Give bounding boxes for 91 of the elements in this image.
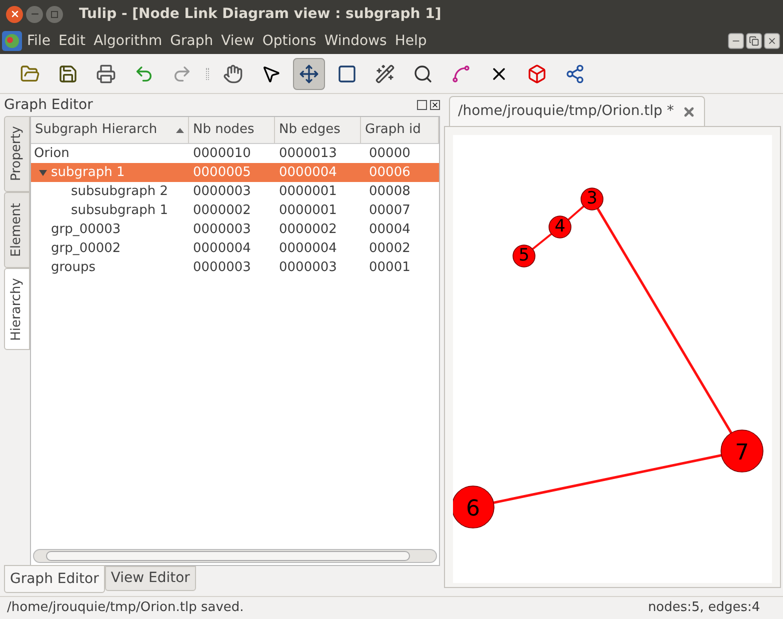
menu-item[interactable]: Graph <box>170 30 214 52</box>
close-icon[interactable] <box>682 104 696 118</box>
wand-icon <box>375 64 395 84</box>
node-count: 0000010 <box>192 144 252 163</box>
menu-item[interactable]: Windows <box>324 30 387 52</box>
node-count: 0000005 <box>192 164 252 182</box>
move-icon <box>299 64 319 84</box>
menu-item[interactable]: View <box>221 30 254 52</box>
edge-count: 0000004 <box>278 164 338 182</box>
side-tab[interactable]: Element <box>4 192 30 268</box>
pointer-icon <box>261 64 281 84</box>
float-button[interactable] <box>417 100 427 110</box>
redo-icon <box>172 64 192 84</box>
magnifier-icon <box>413 64 433 84</box>
side-tab[interactable]: Property <box>4 116 30 192</box>
graph-node: 7 <box>720 430 764 472</box>
column-header[interactable]: Graph id <box>361 117 439 143</box>
graph-node: 6 <box>453 486 494 528</box>
close-button[interactable] <box>6 6 23 22</box>
node-count: 0000003 <box>192 182 252 201</box>
undo-icon <box>134 64 154 84</box>
menu-item[interactable]: Edit <box>58 30 86 52</box>
graph-node: 4 <box>548 216 572 238</box>
status-message: /home/jrouquie/tmp/Orion.tlp saved. <box>7 599 244 618</box>
view-tab[interactable]: /home/jrouquie/tmp/Orion.tlp * <box>449 96 705 126</box>
tree-row[interactable]: grp_00002 0000004 0000004 00002 <box>31 239 439 258</box>
menu-item[interactable]: File <box>27 30 50 52</box>
node-count: 0000002 <box>192 202 252 220</box>
horizontal-scrollbar[interactable] <box>33 549 437 563</box>
edge-count: 0000004 <box>278 240 338 258</box>
edge-count: 0000003 <box>278 258 338 277</box>
curve-icon <box>451 64 471 84</box>
node-count: 0000003 <box>192 220 252 239</box>
sort-arrow-icon <box>176 128 184 132</box>
minimize-button[interactable] <box>728 33 744 49</box>
graph-id: 00000 <box>368 144 410 163</box>
column-header[interactable]: Nb edges <box>275 117 361 143</box>
edge-count: 0000013 <box>278 144 338 163</box>
menu-item[interactable]: Algorithm <box>94 30 162 52</box>
close-icon <box>10 9 20 19</box>
graph-node: 3 <box>580 188 604 210</box>
column-header[interactable]: Subgraph Hierarch <box>31 117 189 143</box>
dock-tab[interactable]: View Editor <box>104 566 196 591</box>
graph-id: 00004 <box>368 220 410 239</box>
graph-id: 00001 <box>368 258 410 277</box>
tree-row[interactable]: groups 0000003 0000003 00001 <box>31 258 439 277</box>
window-title: Tulip - [Node Link Diagram view : subgraph 1] <box>79 4 442 24</box>
printer-icon <box>96 64 116 84</box>
graph-node: 5 <box>512 244 536 268</box>
side-tab[interactable]: Hierarchy <box>4 268 30 350</box>
tree-row[interactable]: Orion 0000010 0000013 00000 <box>31 144 439 163</box>
menu-item[interactable]: Options <box>262 30 316 52</box>
subgraph-name: groups <box>51 258 96 277</box>
subgraph-name: subsubgraph 1 <box>71 202 168 220</box>
edge-count: 0000001 <box>278 182 338 201</box>
toolbar-separator <box>206 68 209 80</box>
node-count: 0000004 <box>192 240 252 258</box>
hand-icon <box>223 64 243 84</box>
subgraph-name: Orion <box>34 144 70 163</box>
subgraph-name: grp_00003 <box>51 220 121 239</box>
graph-id: 00008 <box>368 182 410 201</box>
edge-count: 0000002 <box>278 220 338 239</box>
subgraph-name: grp_00002 <box>51 240 121 258</box>
column-header[interactable]: Nb nodes <box>189 117 275 143</box>
graph-id: 00007 <box>368 202 410 220</box>
move-tool-button[interactable] <box>293 58 325 90</box>
cube-icon <box>527 64 547 84</box>
graph-id: 00002 <box>368 240 410 258</box>
graph-counts: nodes:5, edges:4 <box>648 599 760 618</box>
tree-row[interactable]: subsubgraph 2 0000003 0000001 00008 <box>31 182 439 201</box>
node-count: 0000003 <box>192 258 252 277</box>
graph-id: 00006 <box>368 164 410 182</box>
subgraph-name: subsubgraph 2 <box>71 182 168 201</box>
restore-button[interactable] <box>746 33 762 49</box>
close-icon <box>767 36 777 46</box>
folder-icon <box>20 64 40 84</box>
menu-item[interactable]: Help <box>394 30 427 52</box>
graph-icon <box>565 64 585 84</box>
subgraph-name: subgraph 1 <box>51 164 125 182</box>
dock-tab[interactable]: Graph Editor <box>4 565 105 593</box>
close-button[interactable] <box>430 100 440 110</box>
restore-icon <box>749 36 759 46</box>
close-icon <box>431 101 439 109</box>
close-button[interactable] <box>764 33 780 49</box>
tree-row[interactable]: grp_00003 0000003 0000002 00004 <box>31 220 439 239</box>
dock-title: Graph Editor <box>4 96 93 114</box>
tree-row[interactable]: subsubgraph 1 0000002 0000001 00007 <box>31 201 439 220</box>
rectangle-select-icon <box>337 64 357 84</box>
expand-arrow-icon[interactable] <box>39 170 47 176</box>
app-logo-icon <box>2 31 22 51</box>
edge-count: 0000001 <box>278 202 338 220</box>
